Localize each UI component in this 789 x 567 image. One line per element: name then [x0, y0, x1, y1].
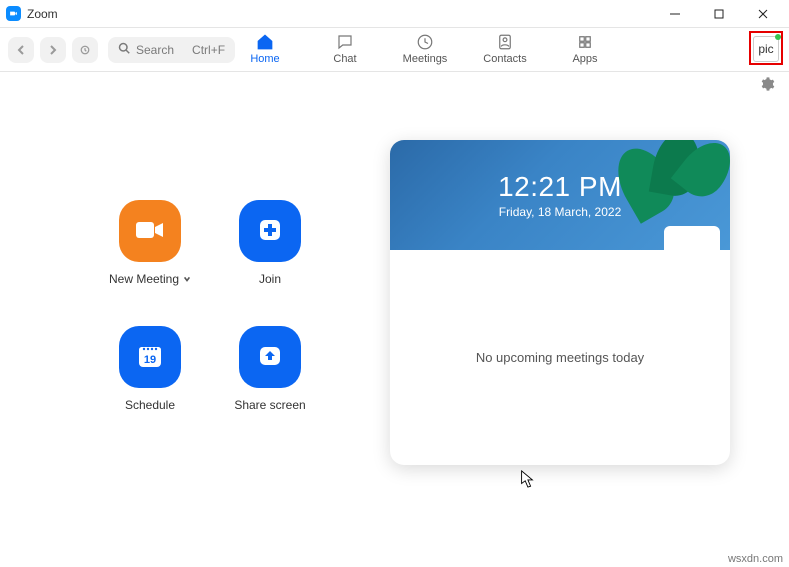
nav-back-button[interactable] — [8, 37, 34, 63]
action-label: Share screen — [234, 398, 305, 412]
tab-label: Home — [250, 53, 279, 65]
tab-meetings[interactable]: Meetings — [400, 32, 450, 65]
watermark: wsxdn.com — [728, 553, 783, 565]
join-action[interactable]: Join — [210, 200, 330, 286]
new-meeting-action[interactable]: New Meeting — [90, 200, 210, 286]
nav-forward-button[interactable] — [40, 37, 66, 63]
zoom-app-icon — [6, 6, 21, 21]
close-button[interactable] — [741, 0, 785, 28]
toolbar: Search Ctrl+F Home Chat Meetings — [0, 28, 789, 72]
join-tile — [239, 200, 301, 262]
maximize-button[interactable] — [697, 0, 741, 28]
tab-label: Chat — [333, 53, 356, 65]
schedule-action[interactable]: 19 Schedule — [90, 326, 210, 412]
chat-icon — [334, 32, 356, 52]
main-content: New Meeting Join — [0, 100, 789, 547]
clock-time: 12:21 PM — [498, 171, 622, 203]
profile-avatar[interactable]: pic — [753, 36, 779, 62]
search-icon — [118, 42, 130, 57]
share-icon — [255, 341, 285, 374]
video-icon — [135, 219, 165, 244]
clock-banner: 12:21 PM Friday, 18 March, 2022 — [390, 140, 730, 250]
upcoming-body: No upcoming meetings today — [390, 250, 730, 465]
clock-icon — [414, 32, 436, 52]
share-screen-tile — [239, 326, 301, 388]
schedule-tile: 19 — [119, 326, 181, 388]
action-label: New Meeting — [109, 272, 179, 286]
search-input[interactable]: Search Ctrl+F — [108, 37, 235, 63]
tab-chat[interactable]: Chat — [320, 32, 370, 65]
minimize-button[interactable] — [653, 0, 697, 28]
titlebar: Zoom — [0, 0, 789, 28]
home-icon — [254, 32, 276, 52]
tab-apps[interactable]: Apps — [560, 32, 610, 65]
settings-row — [0, 72, 789, 100]
contacts-icon — [494, 32, 516, 52]
upcoming-card: 12:21 PM Friday, 18 March, 2022 No upcom… — [390, 140, 730, 465]
search-placeholder: Search — [136, 43, 174, 57]
action-label: Schedule — [125, 398, 175, 412]
plus-icon — [255, 215, 285, 248]
clock-date: Friday, 18 March, 2022 — [499, 205, 622, 219]
new-meeting-tile — [119, 200, 181, 262]
tab-label: Contacts — [483, 53, 526, 65]
calendar-icon: 19 — [134, 340, 166, 375]
window-controls — [653, 0, 785, 28]
search-shortcut: Ctrl+F — [192, 43, 225, 57]
tab-home[interactable]: Home — [240, 32, 290, 65]
plant-decoration — [620, 140, 730, 262]
svg-text:19: 19 — [144, 354, 156, 366]
apps-icon — [574, 32, 596, 52]
tab-contacts[interactable]: Contacts — [480, 32, 530, 65]
chevron-down-icon[interactable] — [183, 272, 191, 286]
gear-icon — [759, 79, 775, 96]
tab-label: Apps — [572, 53, 597, 65]
nav-tabs: Home Chat Meetings Contacts Apps — [240, 28, 610, 72]
action-grid: New Meeting Join — [90, 200, 330, 412]
empty-meetings-message: No upcoming meetings today — [476, 350, 644, 365]
tab-label: Meetings — [403, 53, 448, 65]
avatar-label: pic — [758, 42, 773, 56]
settings-button[interactable] — [759, 76, 775, 97]
share-screen-action[interactable]: Share screen — [210, 326, 330, 412]
profile-highlight: pic — [749, 31, 783, 65]
history-button[interactable] — [72, 37, 98, 63]
action-label: Join — [259, 272, 281, 286]
window-title: Zoom — [27, 7, 58, 21]
status-indicator — [775, 34, 781, 40]
